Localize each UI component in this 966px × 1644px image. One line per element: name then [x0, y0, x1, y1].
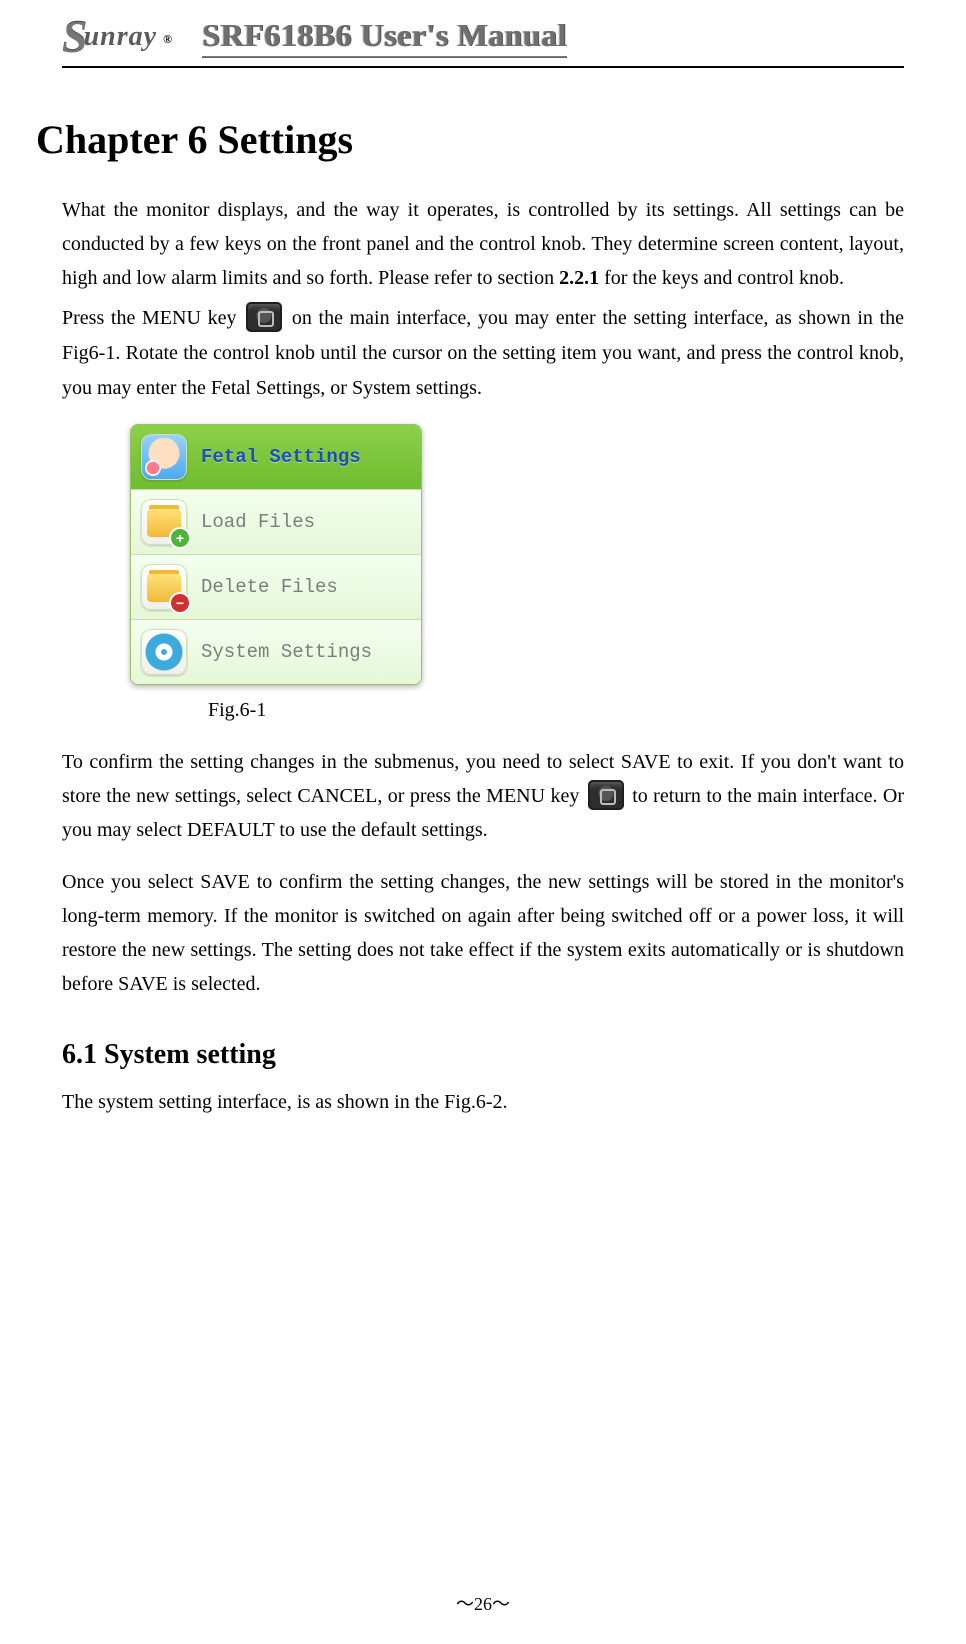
menu-key-icon: [246, 302, 282, 332]
baby-icon: [141, 434, 187, 480]
paragraph-confirm: To confirm the setting changes in the su…: [62, 745, 904, 847]
body-text: What the monitor displays, and the way i…: [62, 193, 904, 1119]
doc-title-band: SRF618B6 User's Manual: [202, 17, 567, 58]
brand-logo: S unray ®: [62, 14, 166, 60]
menu-key-icon: [588, 780, 624, 810]
plus-badge-icon: +: [171, 529, 189, 547]
figure-caption: Fig.6-1: [208, 693, 904, 727]
title-underline: [202, 56, 567, 58]
menu-label: System Settings: [201, 636, 372, 668]
minus-badge-icon: −: [171, 594, 189, 612]
folder-minus-icon: −: [141, 564, 187, 610]
menu-item-load-files[interactable]: + Load Files: [131, 490, 421, 555]
page-number: ～26～: [0, 1590, 966, 1616]
section-heading-6-1: 6.1 System setting: [62, 1031, 904, 1079]
logo-text: unray: [84, 21, 157, 53]
registered-mark: ®: [163, 32, 172, 47]
para2-text-a: Press the MENU key: [62, 307, 243, 329]
folder-plus-icon: +: [141, 499, 187, 545]
page-header: S unray ® SRF618B6 User's Manual: [62, 14, 904, 68]
paragraph-system-setting: The system setting interface, is as show…: [62, 1085, 904, 1119]
figure-6-1: Fetal Settings + Load Files − Delete Fil…: [130, 424, 422, 685]
gear-icon: [141, 629, 187, 675]
menu-label: Delete Files: [201, 571, 338, 603]
paragraph-save: Once you select SAVE to confirm the sett…: [62, 865, 904, 1001]
menu-item-system-settings[interactable]: System Settings: [131, 620, 421, 684]
menu-label: Load Files: [201, 506, 315, 538]
chapter-heading: Chapter 6 Settings: [36, 116, 904, 163]
paragraph-menu-key: Press the MENU key on the main interface…: [62, 301, 904, 406]
doc-title: SRF618B6 User's Manual: [202, 17, 567, 54]
para1-text-b: for the keys and control knob.: [599, 267, 844, 289]
menu-item-fetal-settings[interactable]: Fetal Settings: [131, 425, 421, 490]
paragraph-intro: What the monitor displays, and the way i…: [62, 193, 904, 295]
section-ref: 2.2.1: [559, 267, 599, 289]
menu-item-delete-files[interactable]: − Delete Files: [131, 555, 421, 620]
menu-label: Fetal Settings: [201, 441, 361, 473]
